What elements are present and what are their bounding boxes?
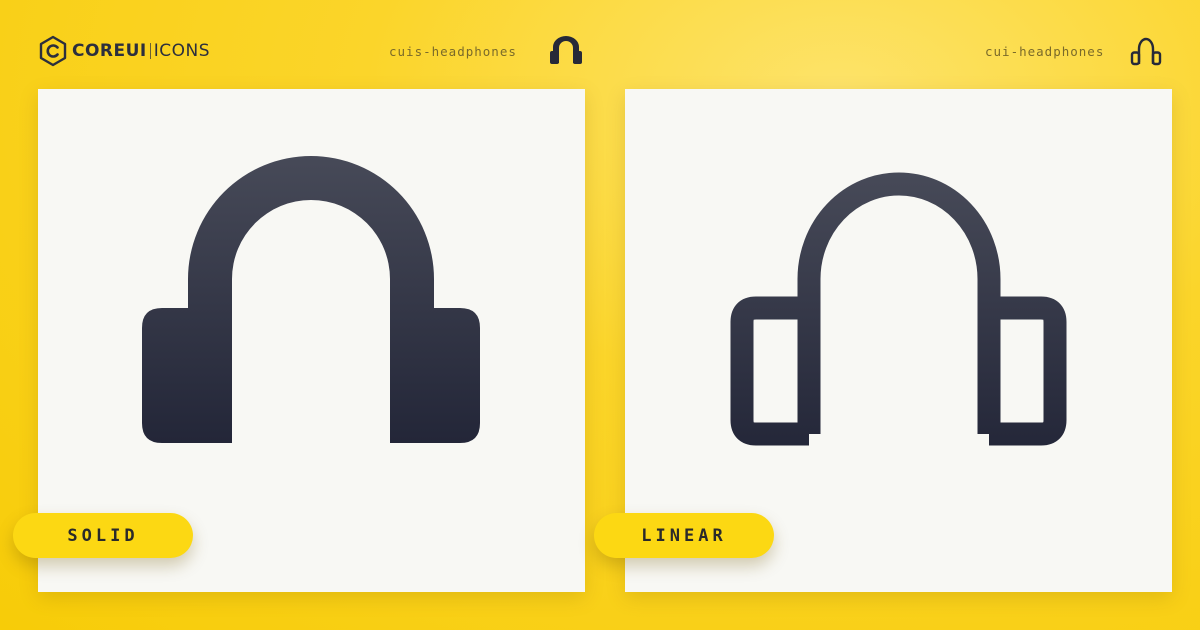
solid-icon-name: cuis-headphones (389, 44, 517, 59)
variant-label-solid: SOLID (67, 525, 139, 546)
brand-name: COREUI (72, 41, 147, 61)
coreui-hex-logo-icon (39, 35, 67, 67)
variant-badge-solid: SOLID (13, 513, 193, 558)
variant-label-linear: LINEAR (641, 525, 727, 546)
linear-icon-name: cui-headphones (985, 44, 1105, 59)
logo-divider (149, 43, 151, 59)
brand-product: ICONS (153, 41, 211, 61)
headphones-solid-small-icon (550, 36, 582, 64)
coreui-icons-logo: COREUI ICONS (38, 35, 210, 67)
headphones-linear-small-icon (1130, 37, 1162, 66)
variant-badge-linear: LINEAR (594, 513, 774, 558)
